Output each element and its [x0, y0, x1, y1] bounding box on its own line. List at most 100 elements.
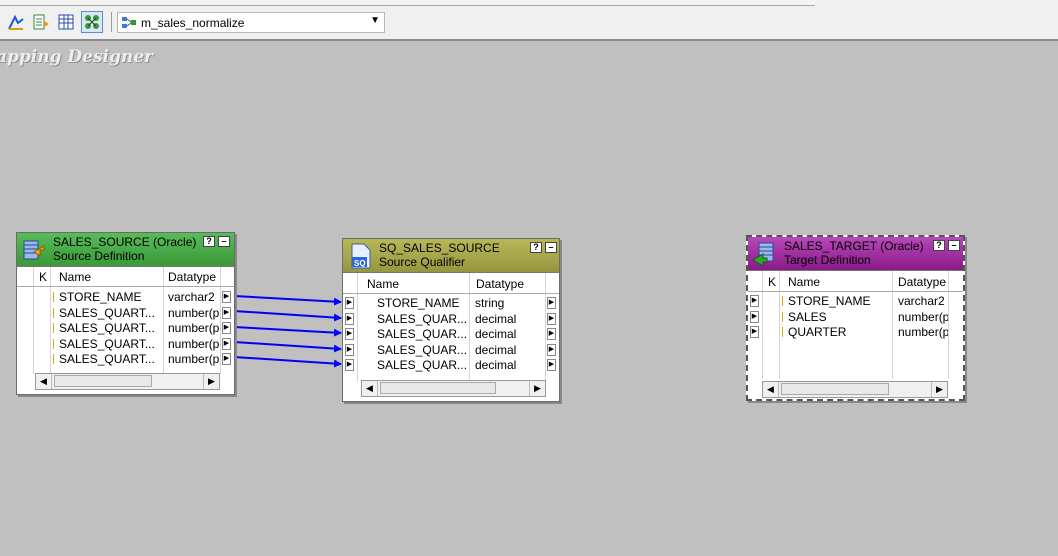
designer-toolbar: m_sales_normalize ▼ — [0, 0, 1058, 41]
link-sales-quarter-2[interactable] — [233, 326, 342, 337]
output-port-icon[interactable]: ▶ — [222, 322, 231, 334]
port-name: SALES_QUAR... — [377, 358, 468, 372]
minimize-button[interactable]: – — [948, 240, 960, 251]
scroll-right-icon[interactable]: ▶ — [203, 374, 219, 389]
scroll-right-icon[interactable]: ▶ — [529, 381, 545, 396]
chevron-down-icon[interactable]: ▼ — [370, 15, 380, 26]
table-row[interactable]: SALES_QUART... number(p ▶ — [17, 351, 234, 367]
port-datatype: number(p — [168, 321, 220, 335]
table-row[interactable]: ▶ SALES_QUAR... decimal ▶ — [343, 357, 559, 373]
table-row[interactable]: ▶ STORE_NAME varchar2 — [748, 293, 963, 309]
output-port-icon[interactable]: ▶ — [547, 328, 556, 340]
port-name: SALES_QUART... — [59, 337, 155, 351]
port-name: QUARTER — [788, 325, 847, 339]
target-ports-table: K Name Datatype ▶ STORE_NAME varchar2 ▶ … — [748, 271, 963, 399]
horizontal-scrollbar[interactable]: ◀ ▶ — [762, 381, 948, 398]
target-subtitle: Target Definition — [784, 253, 871, 267]
top-scroll-strip — [0, 0, 815, 6]
output-port-icon[interactable]: ▶ — [222, 307, 231, 319]
output-port-icon[interactable]: ▶ — [547, 313, 556, 325]
port-datatype: decimal — [475, 343, 517, 357]
minimize-button[interactable]: – — [545, 242, 557, 253]
input-port-icon[interactable]: ▶ — [345, 328, 354, 340]
output-port-icon[interactable]: ▶ — [222, 338, 231, 350]
input-port-icon[interactable]: ▶ — [345, 359, 354, 371]
mapping-designer-button[interactable] — [81, 11, 103, 33]
port-name: SALES_QUART... — [59, 306, 155, 320]
source-header[interactable]: SALES_SOURCE (Oracle) Source Definition … — [17, 233, 234, 267]
table-row[interactable]: SALES_QUART... number(p ▶ — [17, 305, 234, 321]
scrollbar-thumb[interactable] — [54, 375, 152, 387]
target-designer-button[interactable] — [30, 11, 52, 33]
scroll-left-icon[interactable]: ◀ — [36, 374, 52, 389]
port-name: STORE_NAME — [788, 294, 871, 308]
target-definition-icon — [752, 242, 774, 267]
scrollbar-thumb[interactable] — [380, 382, 496, 394]
column-header-datatype: Datatype — [168, 270, 217, 284]
mapping-designer-icon — [85, 15, 99, 29]
table-row[interactable]: SALES_QUART... number(p ▶ — [17, 336, 234, 352]
target-title: SALES_TARGET (Oracle) — [784, 239, 924, 253]
output-port-icon[interactable]: ▶ — [222, 291, 231, 303]
target-designer-icon — [33, 14, 49, 30]
horizontal-scrollbar[interactable]: ◀ ▶ — [35, 373, 220, 390]
mapping-select[interactable]: m_sales_normalize ▼ — [117, 12, 385, 33]
scroll-left-icon[interactable]: ◀ — [763, 382, 779, 397]
port-datatype: string — [475, 296, 505, 310]
output-port-icon[interactable]: ▶ — [547, 359, 556, 371]
help-button[interactable]: ? — [530, 242, 542, 253]
port-datatype: decimal — [475, 358, 517, 372]
table-row[interactable]: STORE_NAME varchar2 ▶ — [17, 289, 234, 305]
input-port-icon[interactable]: ▶ — [750, 295, 759, 307]
column-header-row: K Name Datatype — [17, 269, 234, 285]
source-analyzer-button[interactable] — [5, 11, 27, 33]
qualifier-header[interactable]: SQ SQ_SALES_SOURCE Source Qualifier ? – — [343, 239, 559, 273]
horizontal-scrollbar[interactable]: ◀ ▶ — [361, 380, 546, 397]
table-row[interactable]: ▶ QUARTER number(p — [748, 324, 963, 340]
port-datatype: number(p — [168, 306, 220, 320]
link-sales-quarter-4[interactable] — [233, 356, 342, 368]
toolbar-separator — [111, 12, 112, 32]
port-name: SALES_QUAR... — [377, 327, 468, 341]
column-header-name: Name — [59, 270, 92, 284]
table-row[interactable]: SALES_QUART... number(p ▶ — [17, 320, 234, 336]
transformation-developer-button[interactable] — [55, 11, 77, 33]
target-definition[interactable]: SALES_TARGET (Oracle) Target Definition … — [746, 235, 965, 401]
scrollbar-thumb[interactable] — [781, 383, 889, 395]
link-sales-quarter-3[interactable] — [233, 341, 342, 353]
help-button[interactable]: ? — [203, 236, 215, 247]
port-name: STORE_NAME — [377, 296, 460, 310]
port-name: SALES — [788, 310, 827, 324]
link-store-name[interactable] — [233, 295, 342, 306]
scroll-right-icon[interactable]: ▶ — [931, 382, 947, 397]
minimize-button[interactable]: – — [218, 236, 230, 247]
input-port-icon[interactable]: ▶ — [345, 297, 354, 309]
source-qualifier[interactable]: SQ SQ_SALES_SOURCE Source Qualifier ? – … — [342, 238, 560, 402]
output-port-icon[interactable]: ▶ — [547, 344, 556, 356]
link-sales-quarter-1[interactable] — [233, 310, 342, 322]
qualifier-title: SQ_SALES_SOURCE — [379, 241, 500, 255]
port-datatype: varchar2 — [898, 294, 945, 308]
help-button[interactable]: ? — [933, 240, 945, 251]
input-port-icon[interactable]: ▶ — [750, 326, 759, 338]
port-name: STORE_NAME — [59, 290, 142, 304]
source-definition-icon — [23, 240, 45, 260]
input-port-icon[interactable]: ▶ — [345, 313, 354, 325]
table-row[interactable]: ▶ SALES number(p — [748, 309, 963, 325]
mapping-select-value: m_sales_normalize — [141, 15, 245, 30]
source-definition[interactable]: SALES_SOURCE (Oracle) Source Definition … — [16, 232, 235, 395]
scroll-left-icon[interactable]: ◀ — [362, 381, 378, 396]
port-datatype: decimal — [475, 312, 517, 326]
target-header[interactable]: SALES_TARGET (Oracle) Target Definition … — [748, 237, 963, 271]
output-port-icon[interactable]: ▶ — [547, 297, 556, 309]
table-row[interactable]: ▶ SALES_QUAR... decimal ▶ — [343, 342, 559, 358]
input-port-icon[interactable]: ▶ — [750, 311, 759, 323]
table-row[interactable]: ▶ SALES_QUAR... decimal ▶ — [343, 311, 559, 327]
column-header-datatype: Datatype — [898, 275, 947, 289]
port-datatype: decimal — [475, 327, 517, 341]
table-row[interactable]: ▶ SALES_QUAR... decimal ▶ — [343, 326, 559, 342]
output-port-icon[interactable]: ▶ — [222, 353, 231, 365]
input-port-icon[interactable]: ▶ — [345, 344, 354, 356]
table-row[interactable]: ▶ STORE_NAME string ▶ — [343, 295, 559, 311]
port-name: SALES_QUART... — [59, 321, 155, 335]
